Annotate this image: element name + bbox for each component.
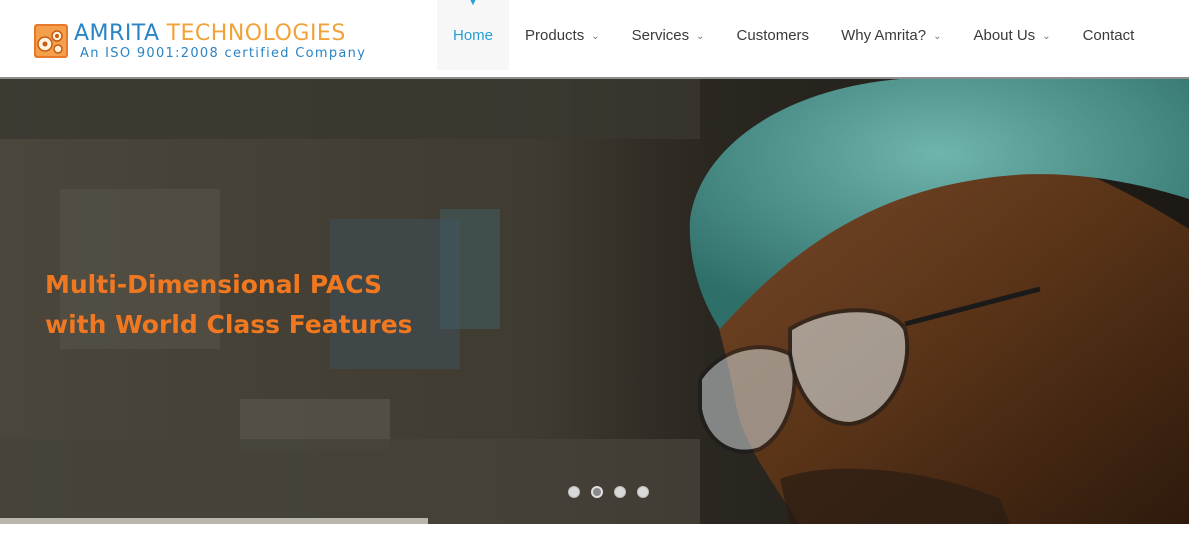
brand-name-part1: AMRITA — [74, 21, 160, 46]
hero-slider: Multi-Dimensional PACS with World Class … — [0, 79, 1189, 524]
chevron-down-icon: ⌄ — [933, 30, 942, 42]
slider-pagination — [568, 486, 649, 498]
chevron-down-icon: ⌄ — [696, 30, 705, 42]
slide-dot-3[interactable] — [614, 486, 626, 498]
active-caret-icon: ▼ — [468, 0, 478, 7]
hero-headline: Multi-Dimensional PACS with World Class … — [45, 265, 413, 345]
company-logo[interactable]: AMRITA TECHNOLOGIES An ISO 9001:2008 cert… — [34, 22, 404, 64]
brand-tagline: An ISO 9001:2008 certified Company — [80, 46, 367, 61]
nav-item-label: Home — [453, 26, 494, 44]
nav-item-about-us[interactable]: About Us ⌄ — [957, 0, 1066, 70]
nav-item-label: Why Amrita? — [841, 26, 927, 44]
slide-dot-4[interactable] — [637, 486, 649, 498]
nav-item-label: Customers — [736, 26, 810, 44]
chevron-down-icon: ⌄ — [591, 30, 600, 42]
chevron-down-icon: ⌄ — [1042, 30, 1051, 42]
nav-item-label: About Us — [973, 26, 1036, 44]
hero-headline-line1: Multi-Dimensional PACS — [45, 270, 383, 299]
molecule-logo-icon — [34, 24, 68, 58]
nav-item-why-amrita[interactable]: Why Amrita? ⌄ — [825, 0, 957, 70]
nav-item-contact[interactable]: Contact — [1067, 0, 1151, 70]
nav-item-label: Products — [525, 26, 585, 44]
nav-item-products[interactable]: Products ⌄ — [509, 0, 616, 70]
nav-item-home[interactable]: ▼ Home — [437, 0, 510, 70]
brand-name: AMRITA TECHNOLOGIES — [74, 22, 346, 46]
site-header: AMRITA TECHNOLOGIES An ISO 9001:2008 cert… — [0, 0, 1189, 78]
nav-item-label: Services — [631, 26, 690, 44]
brand-name-part2: TECHNOLOGIES — [166, 21, 346, 46]
slide-dot-1[interactable] — [568, 486, 580, 498]
slide-progress-bar — [0, 518, 429, 524]
slide-dot-2[interactable] — [591, 486, 603, 498]
nav-item-customers[interactable]: Customers — [721, 0, 826, 70]
hero-headline-line2: with World Class Features — [45, 310, 413, 339]
nav-item-services[interactable]: Services ⌄ — [616, 0, 721, 70]
main-nav: ▼ Home Products ⌄ Services ⌄ Customers W… — [437, 0, 1150, 70]
nav-item-label: Contact — [1082, 26, 1135, 44]
